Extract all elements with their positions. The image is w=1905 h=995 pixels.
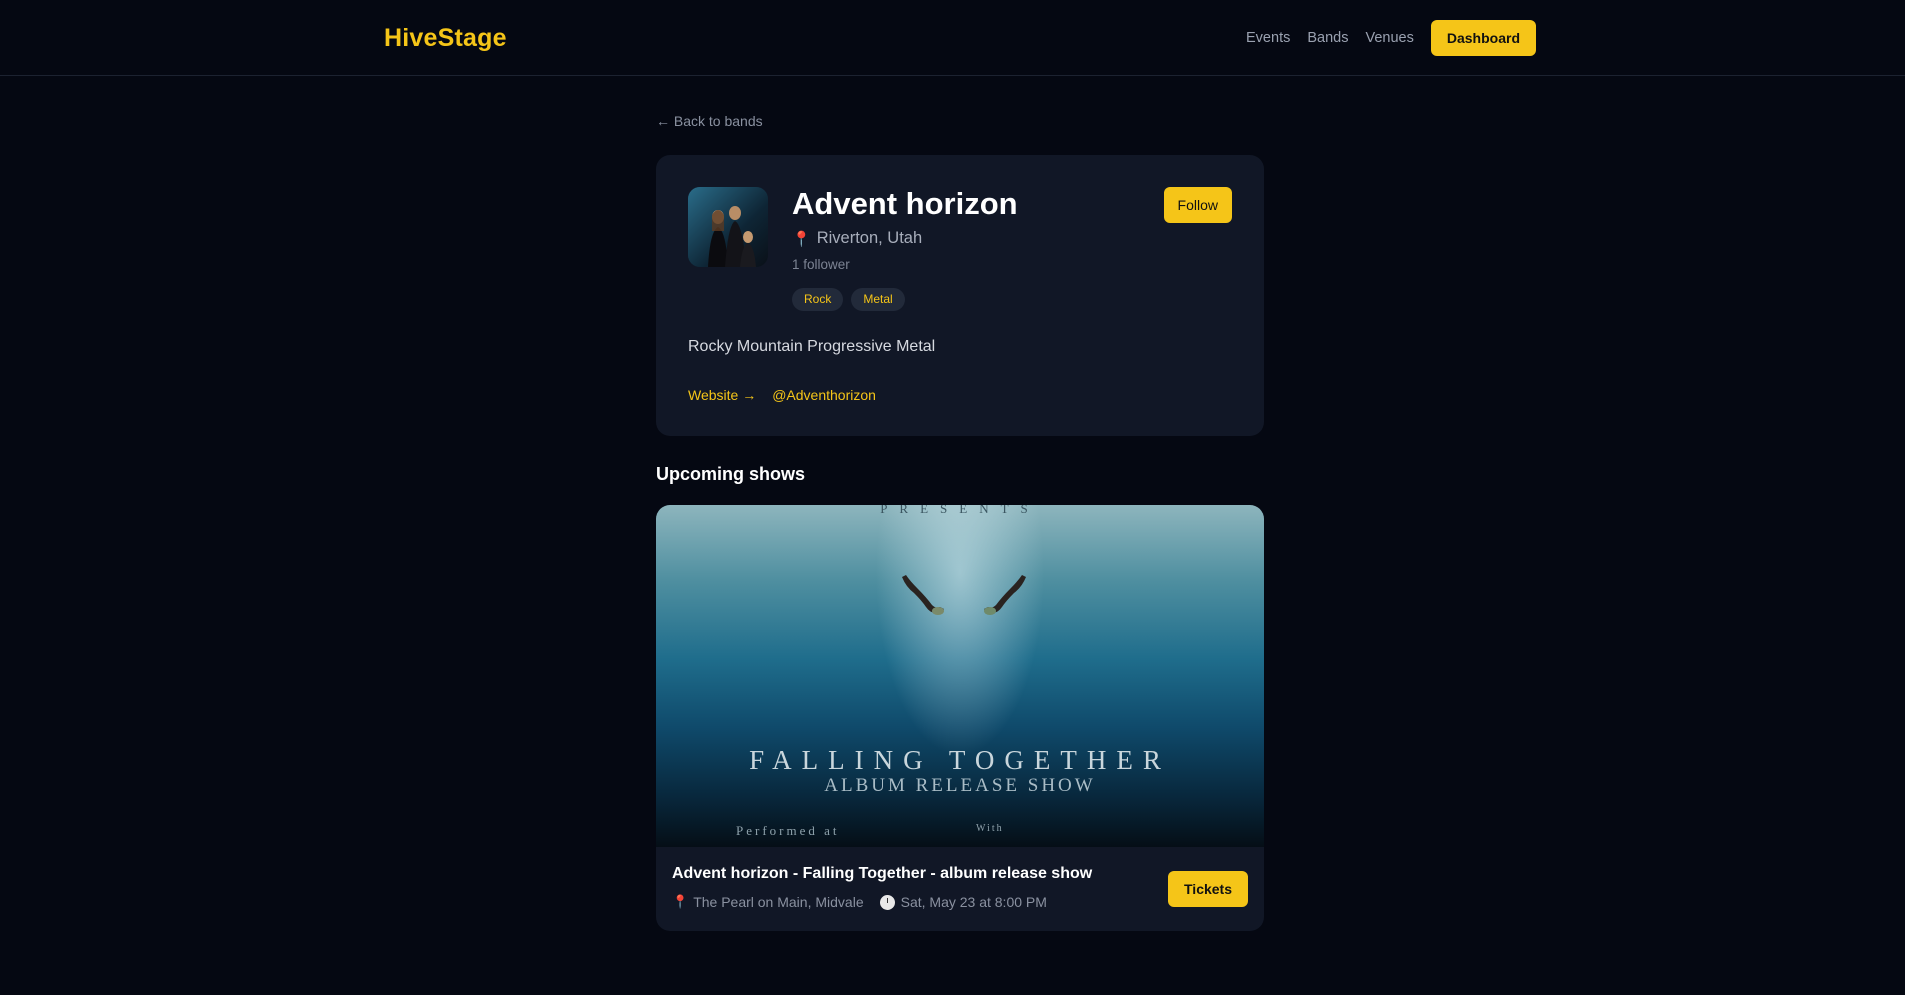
band-bio: Rocky Mountain Progressive Metal	[688, 338, 936, 355]
show-venue: The Pearl on Main, Midvale	[693, 894, 864, 910]
poster-with: With	[976, 823, 1004, 834]
nav-events-link[interactable]: Events	[1246, 30, 1290, 46]
diver-right-icon	[984, 575, 1026, 615]
band-photo-icon	[688, 187, 768, 267]
show-card[interactable]: PRESENTS FALLING TOGETHER ALBUM RELEASE …	[656, 505, 1264, 931]
poster-subtitle: ALBUM RELEASE SHOW	[824, 775, 1096, 796]
band-location: 📍 Riverton, Utah	[792, 229, 922, 248]
location-pin-icon: 📍	[792, 230, 811, 248]
genre-tag-rock: Rock	[792, 288, 844, 311]
show-datetime: Sat, May 23 at 8:00 PM	[900, 894, 1047, 910]
upcoming-shows-heading: Upcoming shows	[656, 464, 806, 484]
poster-performed-at: Performed at	[736, 823, 840, 838]
follow-button[interactable]: Follow	[1163, 187, 1232, 223]
genre-tags: Rock Metal	[792, 288, 905, 311]
venue-pin-icon: 📍	[672, 894, 689, 909]
nav-venues-link[interactable]: Venues	[1365, 30, 1413, 46]
dashboard-button[interactable]: Dashboard	[1430, 20, 1536, 56]
tickets-button[interactable]: Tickets	[1168, 871, 1248, 907]
show-info: Advent horizon - Falling Together - albu…	[672, 865, 1092, 910]
show-meta: 📍 The Pearl on Main, Midvale Sat, May 23…	[672, 894, 1092, 910]
main-nav: Events Bands Venues Dashboard	[1000, 20, 1905, 56]
band-location-text: Riverton, Utah	[816, 229, 923, 247]
nav-bands-link[interactable]: Bands	[1307, 30, 1348, 46]
poster-presents-text: PRESENTS	[880, 505, 1040, 516]
genre-tag-metal: Metal	[851, 288, 905, 311]
band-links: Website → @Adventhorizon	[688, 387, 876, 403]
website-link[interactable]: Website →	[688, 387, 756, 403]
top-navigation-bar: HiveStage Events Bands Venues Dashboard	[0, 0, 1905, 76]
clock-icon	[879, 894, 895, 910]
brand-logo[interactable]: HiveStage	[384, 24, 507, 53]
diver-left-icon	[902, 575, 944, 615]
band-profile-card: Advent horizon 📍 Riverton, Utah 1 follow…	[656, 155, 1264, 436]
show-poster[interactable]: PRESENTS FALLING TOGETHER ALBUM RELEASE …	[656, 505, 1264, 847]
band-avatar	[688, 187, 768, 267]
show-title[interactable]: Advent horizon - Falling Together - albu…	[672, 865, 1092, 883]
poster-title: FALLING TOGETHER	[749, 745, 1171, 775]
social-handle-link[interactable]: @Adventhorizon	[772, 387, 876, 403]
back-to-bands-link[interactable]: ← Back to bands	[656, 113, 763, 129]
follower-count: 1 follower	[792, 257, 850, 272]
band-name: Advent horizon	[792, 186, 1018, 221]
